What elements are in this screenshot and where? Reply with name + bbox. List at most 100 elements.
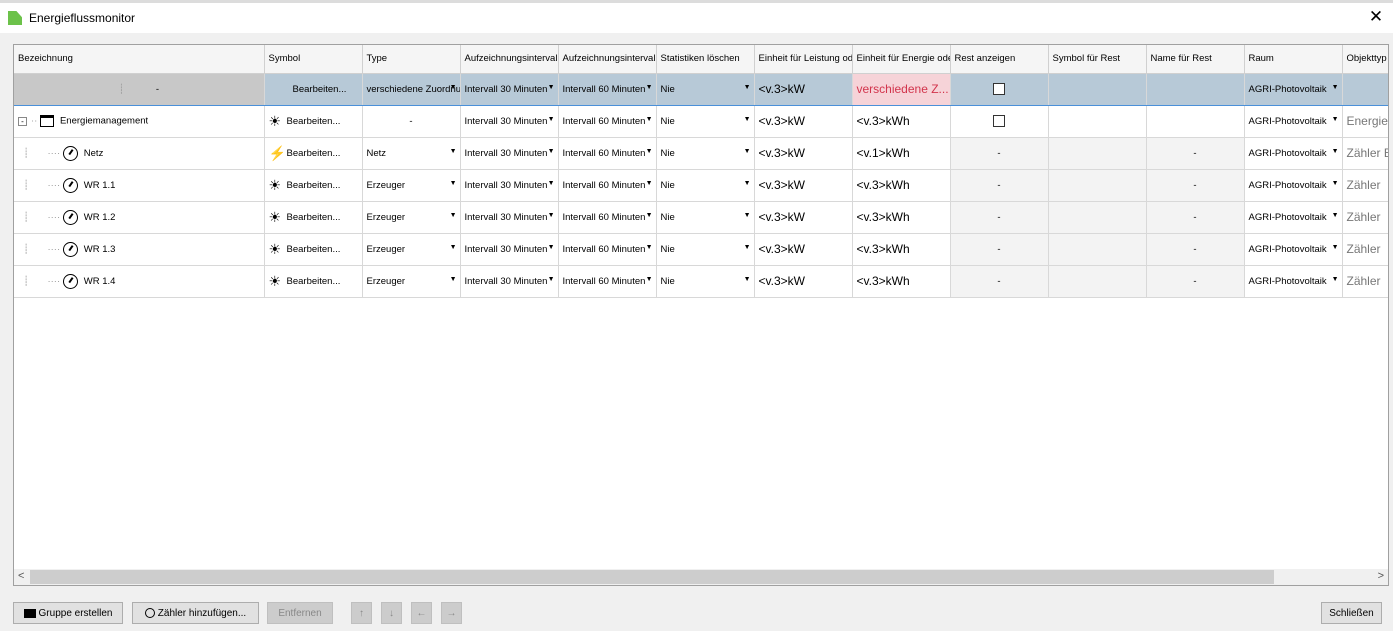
rest-name-cell[interactable]: - bbox=[1146, 201, 1245, 234]
column-header[interactable]: Objekttyp bbox=[1342, 45, 1388, 74]
clear-statistics-select[interactable]: Nie bbox=[656, 169, 755, 202]
row-name[interactable]: ┊ ···· WR 1.4 bbox=[14, 265, 265, 298]
type-select[interactable]: - bbox=[362, 105, 461, 138]
move-up-button[interactable]: ↑ bbox=[351, 602, 372, 624]
energy-unit-field[interactable]: <v.3>kWh bbox=[852, 233, 951, 266]
clear-statistics-select[interactable]: Nie bbox=[656, 105, 755, 138]
rest-symbol-cell[interactable] bbox=[1048, 105, 1147, 138]
type-select[interactable]: verschiedene Zuordnungen bbox=[362, 72, 461, 106]
show-rest-checkbox[interactable] bbox=[993, 115, 1005, 127]
recording-interval-1-select[interactable]: Intervall 30 Minuten bbox=[460, 265, 559, 298]
close-button[interactable]: Schließen bbox=[1321, 602, 1382, 624]
show-rest-cell[interactable]: - bbox=[950, 265, 1049, 298]
rest-symbol-cell[interactable] bbox=[1048, 201, 1147, 234]
show-rest-cell[interactable] bbox=[950, 105, 1049, 138]
row-name[interactable]: ┊ ···· Netz bbox=[14, 137, 265, 170]
rest-name-cell[interactable]: - bbox=[1146, 233, 1245, 266]
collapse-icon[interactable]: - bbox=[18, 116, 27, 126]
rest-name-cell[interactable]: - bbox=[1146, 265, 1245, 298]
move-right-button[interactable]: → bbox=[441, 602, 462, 624]
power-unit-field[interactable]: <v.3>kW bbox=[754, 265, 853, 298]
energy-unit-field[interactable]: <v.3>kWh bbox=[852, 265, 951, 298]
scrollbar-thumb[interactable] bbox=[30, 570, 1274, 584]
power-unit-field[interactable]: <v.3>kW bbox=[754, 201, 853, 234]
recording-interval-1-select[interactable]: Intervall 30 Minuten bbox=[460, 233, 559, 266]
scroll-right-icon[interactable]: > bbox=[1378, 570, 1384, 582]
room-select[interactable]: AGRI-Photovoltaik bbox=[1244, 233, 1343, 266]
column-header[interactable]: Raum bbox=[1244, 45, 1343, 74]
rest-name-cell[interactable]: - bbox=[1146, 137, 1245, 170]
room-select[interactable]: AGRI-Photovoltaik bbox=[1244, 169, 1343, 202]
rest-symbol-cell[interactable] bbox=[1048, 72, 1147, 106]
room-select[interactable]: AGRI-Photovoltaik bbox=[1244, 137, 1343, 170]
type-select[interactable]: Erzeuger bbox=[362, 233, 461, 266]
type-select[interactable]: Erzeuger bbox=[362, 201, 461, 234]
symbol-edit[interactable]: ☀ Bearbeiten... bbox=[264, 233, 363, 266]
energy-unit-field[interactable]: <v.3>kWh bbox=[852, 169, 951, 202]
power-unit-field[interactable]: <v.3>kW bbox=[754, 137, 853, 170]
clear-statistics-select[interactable]: Nie bbox=[656, 233, 755, 266]
clear-statistics-select[interactable]: Nie bbox=[656, 201, 755, 234]
column-header[interactable]: Einheit für Energie oder bbox=[852, 45, 951, 74]
symbol-edit[interactable]: ☀ Bearbeiten... bbox=[264, 265, 363, 298]
column-header[interactable]: Rest anzeigen bbox=[950, 45, 1049, 74]
rest-symbol-cell[interactable] bbox=[1048, 137, 1147, 170]
show-rest-cell[interactable]: - bbox=[950, 137, 1049, 170]
column-header[interactable]: Type bbox=[362, 45, 461, 74]
rest-symbol-cell[interactable] bbox=[1048, 265, 1147, 298]
symbol-edit[interactable]: ☀ Bearbeiten... bbox=[264, 105, 363, 138]
row-name[interactable]: ┊ - bbox=[14, 72, 265, 106]
remove-button[interactable]: Entfernen bbox=[267, 602, 333, 624]
row-name[interactable]: - ·· Energiemanagement bbox=[14, 105, 265, 138]
rest-symbol-cell[interactable] bbox=[1048, 169, 1147, 202]
power-unit-field[interactable]: <v.3>kW bbox=[754, 169, 853, 202]
symbol-edit[interactable]: ☀ Bearbeiten... bbox=[264, 169, 363, 202]
column-header[interactable]: Symbol für Rest bbox=[1048, 45, 1147, 74]
add-meter-button[interactable]: Zähler hinzufügen... bbox=[132, 602, 259, 624]
move-left-button[interactable]: ← bbox=[411, 602, 432, 624]
power-unit-field[interactable]: <v.3>kW bbox=[754, 105, 853, 138]
column-header[interactable]: Statistiken löschen bbox=[656, 45, 755, 74]
symbol-edit[interactable]: ⚡Bearbeiten... bbox=[264, 137, 363, 170]
recording-interval-2-select[interactable]: Intervall 60 Minuten bbox=[558, 265, 657, 298]
energy-unit-field[interactable]: <v.3>kWh bbox=[852, 105, 951, 138]
column-header[interactable]: Einheit für Leistung oder bbox=[754, 45, 853, 74]
type-select[interactable]: Erzeuger bbox=[362, 265, 461, 298]
show-rest-cell[interactable]: - bbox=[950, 201, 1049, 234]
clear-statistics-select[interactable]: Nie bbox=[656, 265, 755, 298]
room-select[interactable]: AGRI-Photovoltaik bbox=[1244, 201, 1343, 234]
row-name[interactable]: ┊ ···· WR 1.1 bbox=[14, 169, 265, 202]
clear-statistics-select[interactable]: Nie bbox=[656, 72, 755, 106]
show-rest-cell[interactable]: - bbox=[950, 233, 1049, 266]
room-select[interactable]: AGRI-Photovoltaik bbox=[1244, 265, 1343, 298]
column-header[interactable]: Bezeichnung bbox=[14, 45, 265, 74]
show-rest-cell[interactable] bbox=[950, 72, 1049, 106]
column-header[interactable]: Aufzeichnungsintervall bbox=[460, 45, 559, 74]
create-group-button[interactable]: Gruppe erstellen bbox=[13, 602, 123, 624]
energy-unit-field[interactable]: <v.1>kWh bbox=[852, 137, 951, 170]
rest-name-cell[interactable] bbox=[1146, 72, 1245, 106]
recording-interval-2-select[interactable]: Intervall 60 Minuten bbox=[558, 105, 657, 138]
rest-name-cell[interactable] bbox=[1146, 105, 1245, 138]
column-header[interactable]: Symbol bbox=[264, 45, 363, 74]
recording-interval-2-select[interactable]: Intervall 60 Minuten bbox=[558, 169, 657, 202]
recording-interval-1-select[interactable]: Intervall 30 Minuten bbox=[460, 72, 559, 106]
type-select[interactable]: Erzeuger bbox=[362, 169, 461, 202]
energy-unit-field[interactable]: verschiedene Z... bbox=[852, 72, 951, 106]
recording-interval-2-select[interactable]: Intervall 60 Minuten bbox=[558, 72, 657, 106]
recording-interval-2-select[interactable]: Intervall 60 Minuten bbox=[558, 137, 657, 170]
recording-interval-2-select[interactable]: Intervall 60 Minuten bbox=[558, 233, 657, 266]
horizontal-scrollbar[interactable]: < > bbox=[14, 569, 1388, 585]
room-select[interactable]: AGRI-Photovoltaik bbox=[1244, 72, 1343, 106]
table-row[interactable]: ┊ ···· Netz⚡Bearbeiten...NetzIntervall 3… bbox=[14, 137, 1388, 170]
symbol-edit[interactable]: Bearbeiten... bbox=[264, 72, 363, 106]
symbol-edit[interactable]: ☀ Bearbeiten... bbox=[264, 201, 363, 234]
recording-interval-2-select[interactable]: Intervall 60 Minuten bbox=[558, 201, 657, 234]
recording-interval-1-select[interactable]: Intervall 30 Minuten bbox=[460, 137, 559, 170]
recording-interval-1-select[interactable]: Intervall 30 Minuten bbox=[460, 169, 559, 202]
table-row[interactable]: - ·· Energiemanagement ☀ Bearbeiten... - Inte… bbox=[14, 105, 1388, 138]
row-name[interactable]: ┊ ···· WR 1.2 bbox=[14, 201, 265, 234]
power-unit-field[interactable]: <v.3>kW bbox=[754, 72, 853, 106]
table-row[interactable]: ┊ ···· WR 1.1☀Bearbeiten...ErzeugerInter… bbox=[14, 169, 1388, 202]
row-name[interactable]: ┊ ···· WR 1.3 bbox=[14, 233, 265, 266]
